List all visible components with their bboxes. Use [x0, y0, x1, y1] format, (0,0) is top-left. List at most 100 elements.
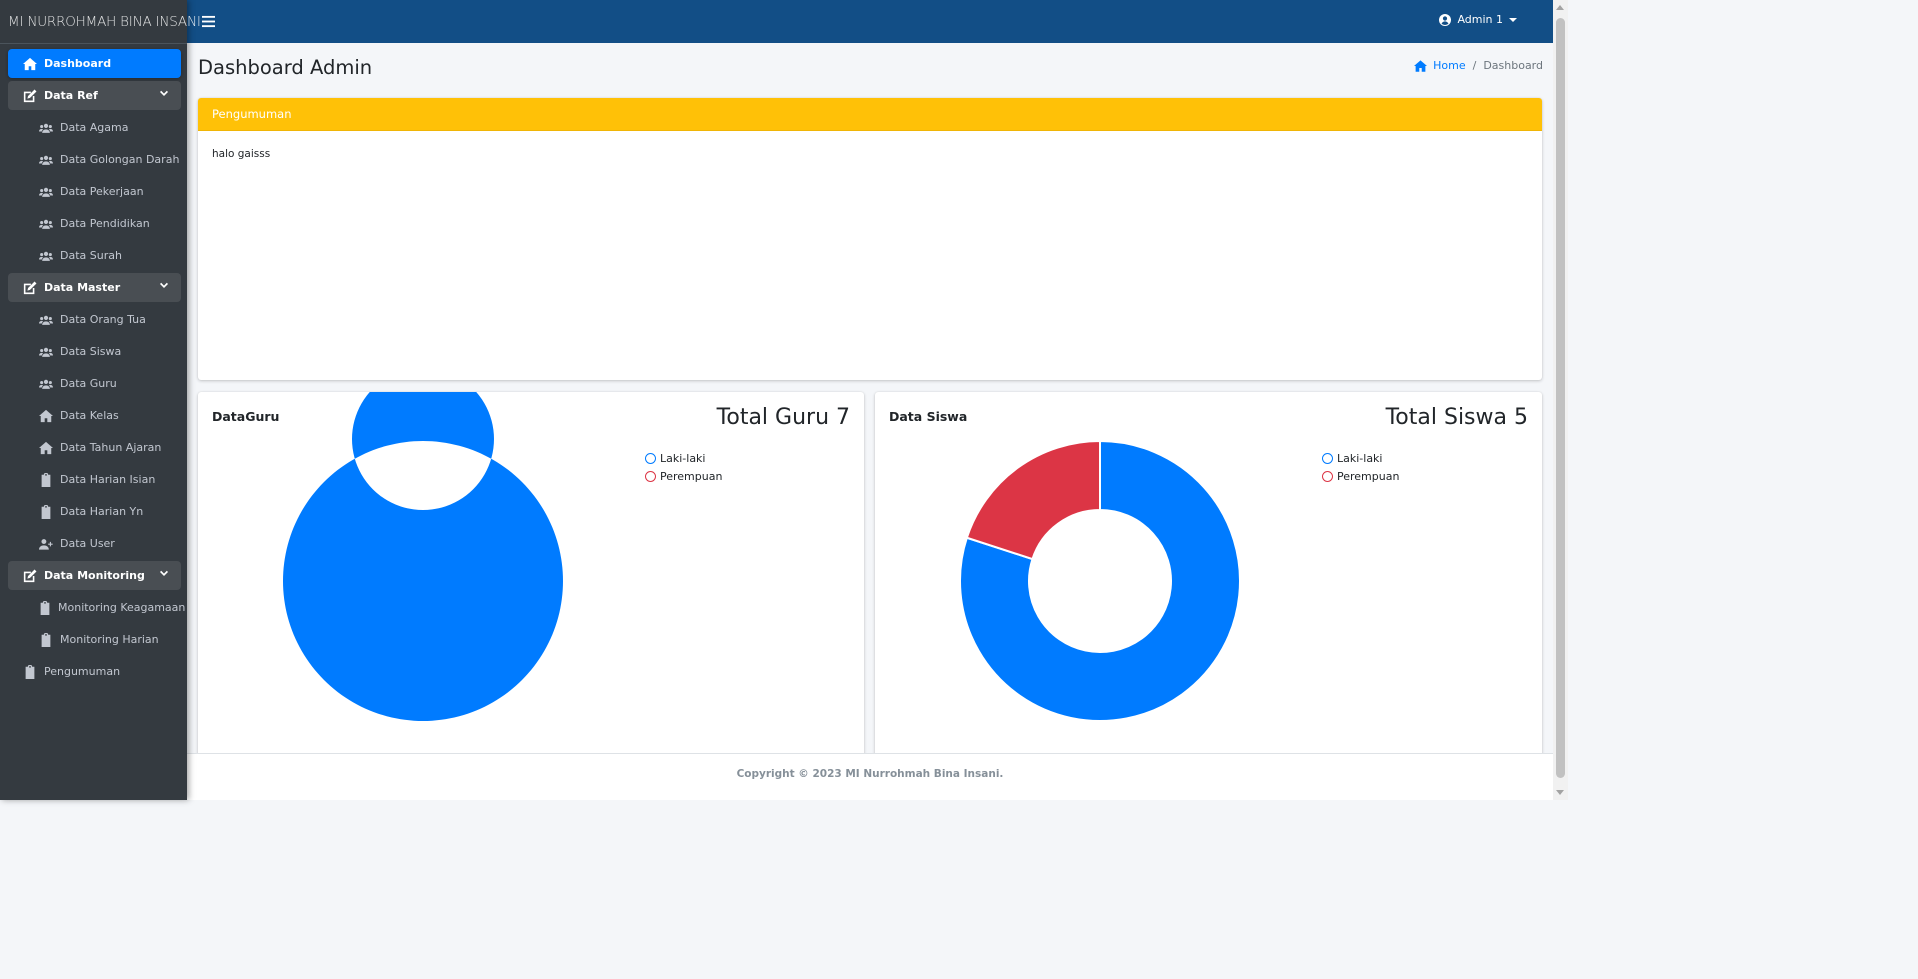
sidebar-item-data-pendidikan[interactable]: Data Pendidikan [8, 209, 181, 238]
breadcrumb-separator: / [1472, 59, 1477, 72]
legend-item-laki-laki[interactable]: Laki-laki [645, 449, 722, 467]
legend-marker [645, 470, 656, 482]
edit-icon [22, 280, 38, 296]
user-menu[interactable]: Admin 1 [1439, 13, 1517, 26]
sidebar-item-label: Data Orang Tua [60, 313, 146, 326]
users-icon [38, 184, 54, 200]
brand-name[interactable]: MI NURROHMAH BINA INSANI [0, 0, 201, 44]
home-icon [38, 440, 54, 456]
guru-doughnut-chart[interactable] [198, 392, 864, 753]
chevron-down-icon [159, 281, 169, 291]
announcement-title: Pengumuman [198, 98, 1542, 131]
legend-label: Perempuan [1337, 469, 1400, 483]
sidebar-item-label: Monitoring Keagamaan [58, 601, 186, 614]
breadcrumb-current: Dashboard [1483, 59, 1543, 72]
chart-slice-perempuan[interactable] [965, 439, 1101, 561]
edit-icon [22, 88, 38, 104]
sidebar-item-data-guru[interactable]: Data Guru [8, 369, 181, 398]
sidebar-item-pengumuman[interactable]: Pengumuman [8, 657, 181, 686]
sidebar-item-label: Data Tahun Ajaran [60, 441, 162, 454]
sidebar-item-label: Data Golongan Darah [60, 153, 180, 166]
scroll-thumb[interactable] [1556, 18, 1565, 778]
users-icon [38, 344, 54, 360]
chart-legend: Laki-laki Perempuan [1322, 449, 1399, 485]
legend-marker [1322, 452, 1333, 464]
sidebar-item-label: Data Monitoring [44, 569, 145, 582]
page-title: Dashboard Admin [198, 56, 373, 79]
sidebar-item-data-ref[interactable]: Data Ref [8, 81, 181, 110]
top-navbar: Admin 1 [187, 0, 1553, 43]
legend-label: Laki-laki [1337, 451, 1383, 465]
sidebar-item-label: Pengumuman [44, 665, 121, 678]
legend-marker [1322, 470, 1333, 482]
sidebar-item-data-agama[interactable]: Data Agama [8, 113, 181, 142]
sidebar-item-label: Data Harian Yn [60, 505, 144, 518]
breadcrumb-home-label: Home [1433, 59, 1466, 72]
sidebar-item-data-harian-yn[interactable]: Data Harian Yn [8, 497, 181, 526]
sidebar-item-label: Data Siswa [60, 345, 122, 358]
sidebar-item-data-master[interactable]: Data Master [8, 273, 181, 302]
copyright-text: Copyright © 2023 MI Nurrohmah Bina Insan… [736, 768, 1004, 780]
sidebar-nav: Dashboard Data Ref Data Agama Data Golongan… [0, 44, 187, 686]
users-icon [38, 120, 54, 136]
sidebar-item-label: Data Kelas [60, 409, 119, 422]
sidebar-item-data-kelas[interactable]: Data Kelas [8, 401, 181, 430]
caret-down-icon [1509, 17, 1517, 22]
scroll-up-arrow[interactable] [1556, 5, 1564, 10]
legend-item-perempuan[interactable]: Perempuan [645, 467, 722, 485]
sidebar-item-label: Data Surah [60, 249, 122, 262]
users-icon [38, 216, 54, 232]
home-icon [38, 408, 54, 424]
sidebar-item-data-tahun-ajaran[interactable]: Data Tahun Ajaran [8, 433, 181, 462]
sidebar-item-monitoring-harian[interactable]: Monitoring Harian [8, 625, 181, 654]
legend-marker [645, 452, 656, 464]
legend-label: Perempuan [660, 469, 723, 483]
sidebar-item-monitoring-keagamaan[interactable]: Monitoring Keagamaan [8, 593, 185, 622]
legend-label: Laki-laki [660, 451, 706, 465]
sidebar-item-data-harian-isian[interactable]: Data Harian Isian [8, 465, 181, 494]
page-scrollbar[interactable] [1553, 0, 1568, 800]
sidebar-item-data-surah[interactable]: Data Surah [8, 241, 181, 270]
sidebar-item-dashboard[interactable]: Dashboard [8, 49, 181, 78]
footer: Copyright © 2023 MI Nurrohmah Bina Insan… [187, 753, 1553, 800]
users-icon [38, 152, 54, 168]
chart-legend: Laki-laki Perempuan [645, 449, 722, 485]
sidebar-item-label: Data Agama [60, 121, 129, 134]
clipboard-icon [38, 600, 52, 616]
chevron-down-icon [159, 89, 169, 99]
user-name: Admin 1 [1457, 13, 1503, 26]
clipboard-icon [38, 504, 54, 520]
sidebar-item-data-orang-tua[interactable]: Data Orang Tua [8, 305, 181, 334]
sidebar-item-label: Data Guru [60, 377, 117, 390]
main-content: Dashboard Admin Home / Dashboard Pengumu… [187, 43, 1553, 753]
guru-chart-card: DataGuru Total Guru 7 Laki-laki Perempuan [198, 392, 864, 753]
sidebar-item-data-user[interactable]: Data User [8, 529, 181, 558]
sidebar-item-label: Data Master [44, 281, 121, 294]
sidebar-item-data-siswa[interactable]: Data Siswa [8, 337, 181, 366]
announcement-body: halo gaisss [212, 148, 271, 160]
sidebar-item-label: Dashboard [44, 57, 112, 70]
sidebar-item-label: Data Pendidikan [60, 217, 150, 230]
siswa-chart-card: Data Siswa Total Siswa 5 Laki-laki Peremp… [875, 392, 1542, 753]
sidebar-item-label: Monitoring Harian [60, 633, 159, 646]
home-icon [22, 56, 38, 72]
users-icon [38, 248, 54, 264]
legend-item-laki-laki[interactable]: Laki-laki [1322, 449, 1399, 467]
clipboard-icon [38, 632, 54, 648]
scroll-down-arrow[interactable] [1556, 790, 1564, 795]
menu-toggle-icon[interactable] [202, 15, 216, 29]
sidebar-item-data-monitoring[interactable]: Data Monitoring [8, 561, 181, 590]
home-icon [1414, 59, 1428, 72]
users-icon [38, 376, 54, 392]
siswa-doughnut-chart[interactable] [875, 392, 1542, 753]
breadcrumb-home[interactable]: Home [1414, 59, 1466, 72]
users-icon [38, 312, 54, 328]
sidebar: MI NURROHMAH BINA INSANI Dashboard Data R… [0, 0, 201, 800]
user-plus-icon [38, 536, 54, 552]
sidebar-item-data-golongan-darah[interactable]: Data Golongan Darah [8, 145, 181, 174]
sidebar-item-label: Data User [60, 537, 115, 550]
clipboard-icon [22, 664, 38, 680]
legend-item-perempuan[interactable]: Perempuan [1322, 467, 1399, 485]
chevron-down-icon [159, 569, 169, 579]
sidebar-item-data-pekerjaan[interactable]: Data Pekerjaan [8, 177, 181, 206]
